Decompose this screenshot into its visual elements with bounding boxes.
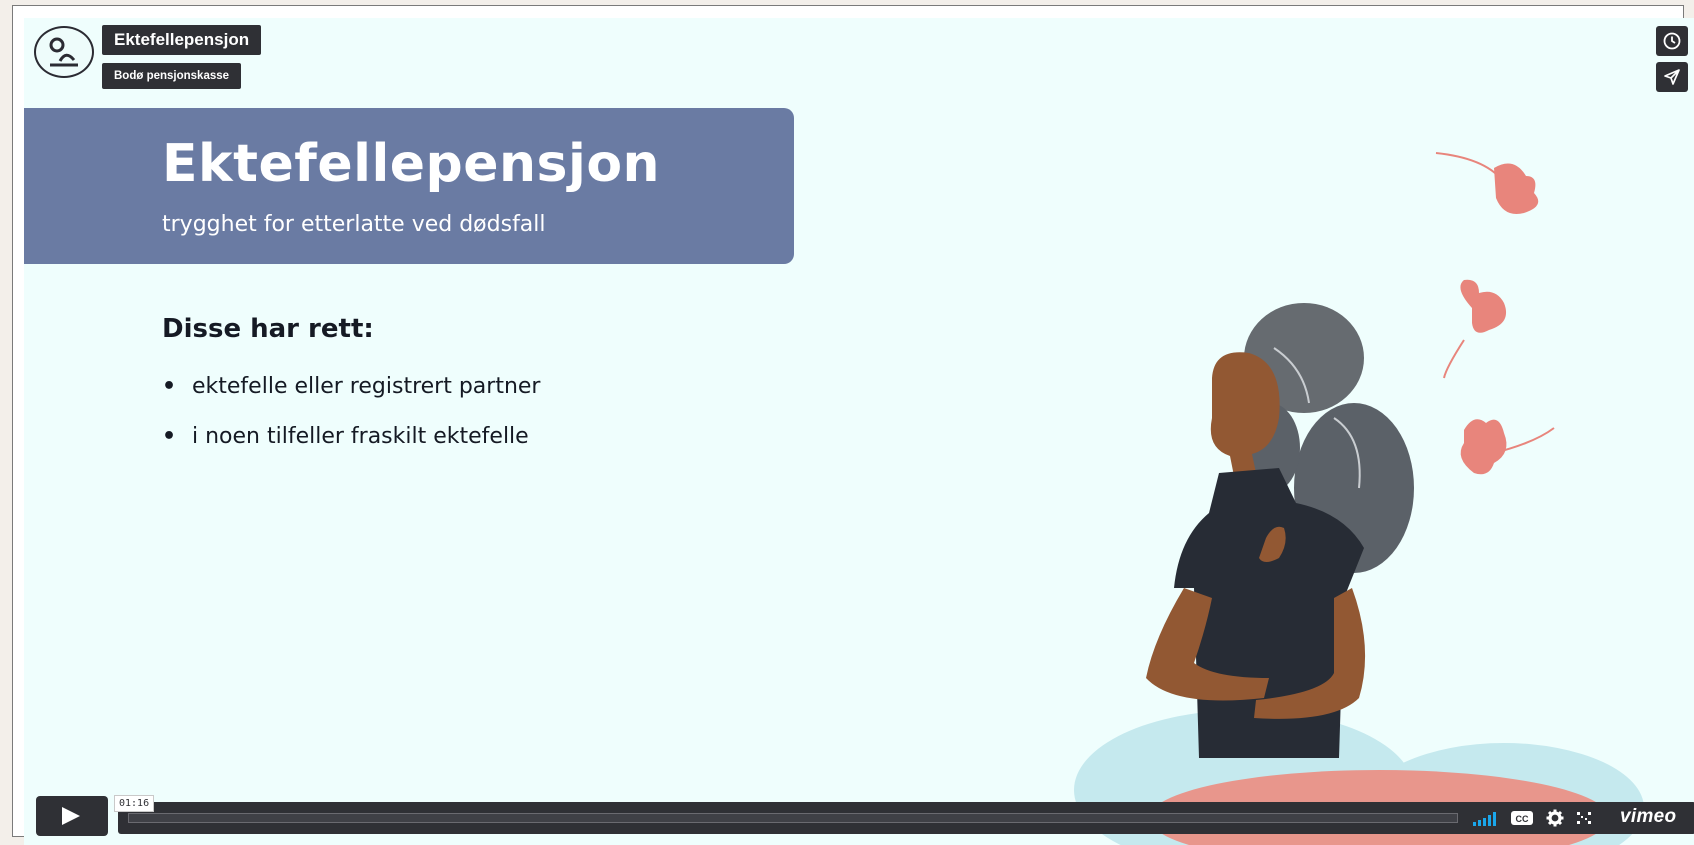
control-bar: CC vimeo <box>118 802 1694 834</box>
list-item-text: i noen tilfeller fraskilt ektefelle <box>192 424 529 449</box>
slide-subtitle: trygghet for etterlatte ved dødsfall <box>162 212 546 237</box>
video-player[interactable]: Ektefellepensjon Bodø pensjonskasse Ekte… <box>24 18 1694 845</box>
watch-later-button[interactable] <box>1656 26 1688 56</box>
list-item-text: ektefelle eller registrert partner <box>192 374 541 399</box>
vimeo-logo[interactable]: vimeo <box>1620 806 1676 828</box>
share-button[interactable] <box>1656 62 1688 92</box>
volume-icon[interactable] <box>1472 811 1498 827</box>
rights-list: • ektefelle eller registrert partner • i n… <box>162 370 540 470</box>
person-logo-icon <box>49 37 78 67</box>
play-button[interactable] <box>36 796 108 836</box>
leaf-icon <box>1443 279 1507 379</box>
slide-title: Ektefellepensjon <box>162 134 661 194</box>
channel-avatar[interactable] <box>34 26 94 78</box>
settings-icon[interactable] <box>1546 809 1564 827</box>
woman-illustration <box>1074 152 1644 845</box>
rights-heading: Disse har rett: <box>162 314 374 344</box>
fullscreen-icon[interactable] <box>1576 811 1592 825</box>
title-banner: Ektefellepensjon trygghet for etterlatte… <box>24 108 794 264</box>
list-item: • i noen tilfeller fraskilt ektefelle <box>162 424 529 449</box>
leaf-icon <box>1460 419 1555 475</box>
owner-link[interactable]: Bodø pensjonskasse <box>102 63 242 89</box>
list-item: • ektefelle eller registrert partner <box>162 374 541 399</box>
leaf-icon <box>1435 152 1539 214</box>
time-indicator: 01:16 <box>114 795 155 812</box>
clock-icon <box>1663 32 1681 50</box>
paper-plane-icon <box>1664 69 1680 85</box>
video-title-link[interactable]: Ektefellepensjon <box>102 25 262 55</box>
svg-text:CC: CC <box>1516 814 1529 824</box>
progress-bar[interactable] <box>128 813 1458 823</box>
cc-icon[interactable]: CC <box>1510 810 1534 826</box>
play-icon <box>62 807 80 825</box>
